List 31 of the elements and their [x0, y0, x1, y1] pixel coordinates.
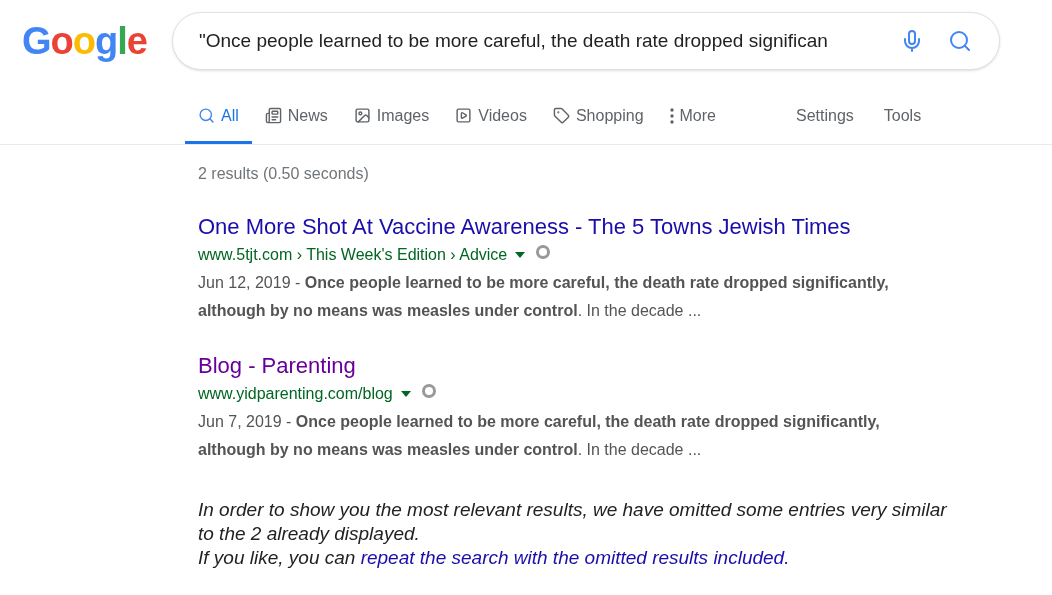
play-icon	[455, 107, 473, 124]
newspaper-icon	[264, 107, 282, 124]
tab[interactable]: Images	[340, 98, 443, 144]
result-title[interactable]: One More Shot At Vaccine Awareness - The 5 Towns Jewish Times	[198, 213, 952, 241]
result-snippet: Jun 7, 2019 - Once people learned to be more careful, the death rate dropped significantly, although by no means was measles under control. In the decade ...	[198, 412, 881, 460]
tool-link[interactable]: Settings	[781, 98, 869, 144]
more-icon	[669, 107, 674, 124]
tab[interactable]: More	[656, 98, 729, 144]
google-logo[interactable]: Google	[22, 22, 172, 60]
tab[interactable]: Videos	[442, 98, 540, 144]
search-icon[interactable]	[948, 29, 972, 53]
search-field[interactable]: "Once people learned to be more careful, the death rate dropped significan	[172, 12, 1000, 70]
omitted-notice: In order to show you the most relevant results, we have omitted some entries very similar to the 2 already displayed.	[198, 498, 948, 546]
caret-icon[interactable]	[515, 252, 526, 258]
ring-icon	[420, 383, 437, 399]
result-snippet: Jun 12, 2019 - Once people learned to be more careful, the death rate dropped significantly, although by no means was measles under control. In the decade ...	[198, 273, 890, 321]
tab[interactable]: All	[185, 98, 252, 144]
tab[interactable]: News	[251, 98, 341, 144]
search-icon	[198, 107, 215, 124]
tool-link[interactable]: Tools	[868, 98, 937, 144]
repeat-search-link[interactable]: repeat the search with the omitted results included.	[360, 547, 790, 568]
tab[interactable]: Shopping	[539, 98, 657, 144]
image-icon	[353, 107, 371, 124]
ring-icon	[535, 244, 552, 260]
result-title[interactable]: Blog - Parenting	[198, 352, 952, 380]
caret-icon[interactable]	[400, 391, 411, 397]
result-url[interactable]: www.5tjt.com › This Week's Edition › Advice	[198, 243, 508, 267]
result-url[interactable]: www.yidparenting.com/blog	[198, 382, 393, 406]
result-stats: 2 results (0.50 seconds)	[198, 164, 370, 184]
tag-icon	[552, 107, 570, 124]
omitted-hint: If you like, you can repeat the search with the omitted results included.	[198, 546, 791, 570]
